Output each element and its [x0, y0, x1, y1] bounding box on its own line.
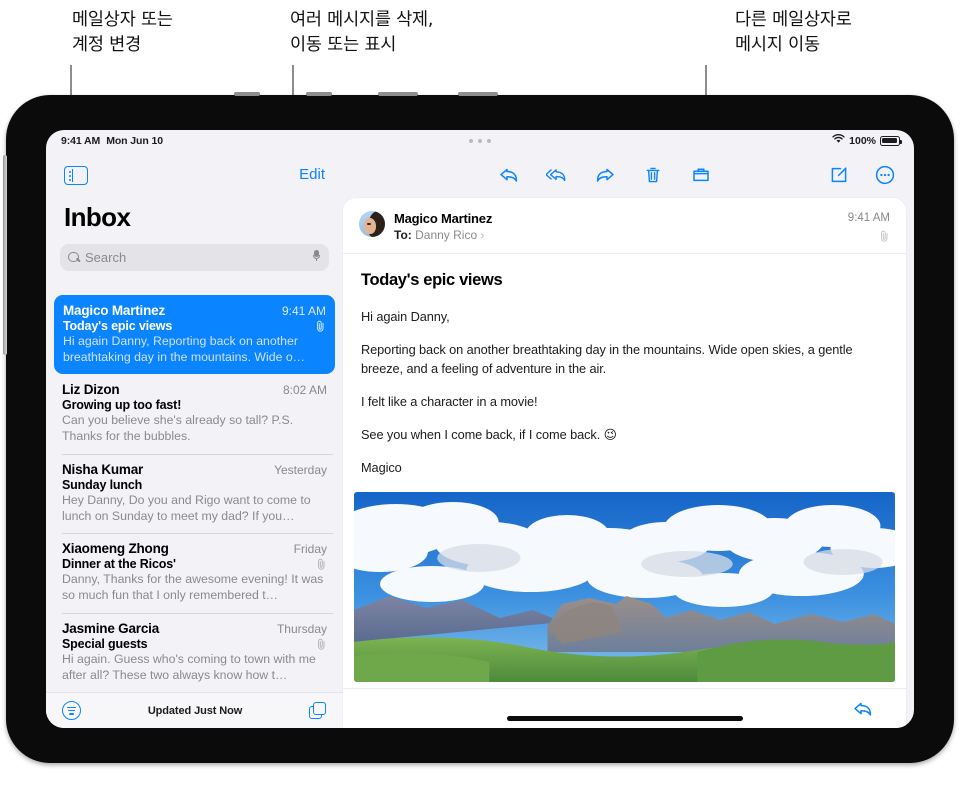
message-preview: Hi again. Guess who's coming to town wit… — [62, 651, 316, 682]
message-subject: Sunday lunch — [62, 477, 143, 492]
message-sender: Nisha Kumar — [62, 461, 144, 477]
list-item[interactable]: Jasmine Garcia Thursday Special guests H… — [46, 612, 343, 692]
detail-toolbar-right — [828, 164, 896, 186]
message-date: Yesterday — [274, 462, 327, 477]
message-time: 9:41 AM — [847, 212, 890, 224]
message-paragraph: Magico — [361, 459, 402, 475]
move-to-folder-icon[interactable] — [690, 164, 712, 186]
screenshot-root: 메일상자 또는 계정 변경 여러 메시지를 삭제, 이동 또는 표시 다른 메일… — [0, 0, 960, 785]
wifi-icon — [832, 134, 845, 147]
message-header-text: Magico Martinez To: Danny Rico › — [394, 211, 848, 242]
mountain-landscape-photo[interactable] — [354, 491, 895, 682]
message-date: 8:02 AM — [282, 383, 327, 398]
status-bar-right: 100% — [832, 134, 903, 147]
reply-all-icon[interactable] — [546, 164, 568, 186]
ipad-device-frame: 9:41 AM Mon Jun 10 100% Edit Inbox Searc… — [3, 92, 954, 763]
message-paragraph: Reporting back on another breathtaking d… — [361, 341, 853, 376]
list-item[interactable]: Magico Martinez 9:41 AM Today's epic vie… — [54, 295, 335, 375]
message-subject: Dinner at the Ricos' — [62, 557, 176, 572]
message-subject: Special guests — [62, 636, 148, 651]
mail-message-list[interactable]: Magico Martinez 9:41 AM Today's epic vie… — [46, 295, 343, 692]
status-bar: 9:41 AM Mon Jun 10 100% — [46, 130, 914, 154]
to-label: To: — [394, 228, 412, 242]
message-preview: Danny, Thanks for the awesome evening! I… — [62, 572, 324, 603]
edit-button[interactable]: Edit — [299, 166, 325, 183]
compose-icon[interactable] — [828, 164, 850, 186]
ipad-screen: 9:41 AM Mon Jun 10 100% Edit Inbox Searc… — [46, 130, 914, 728]
recipient-name: Danny Rico — [415, 228, 478, 242]
message-subject-heading: Today's epic views — [361, 271, 503, 289]
paperclip-icon — [316, 558, 327, 571]
callout-mailbox-account: 메일상자 또는 계정 변경 — [72, 10, 173, 56]
search-input[interactable]: Search — [60, 244, 329, 271]
trash-icon[interactable] — [642, 164, 664, 186]
sidebar-footer: Updated Just Now — [46, 692, 343, 728]
sidebar-toggle-icon[interactable] — [64, 166, 88, 185]
message-sender: Liz Dizon — [62, 382, 120, 398]
device-button-nub — [234, 92, 260, 96]
detail-toolbar-actions — [498, 164, 712, 186]
status-bar-left: 9:41 AM Mon Jun 10 — [61, 135, 163, 147]
message-preview: Hey Danny, Do you and Rigo want to come … — [62, 492, 311, 523]
search-placeholder: Search — [85, 250, 127, 265]
detail-toolbar — [343, 154, 914, 198]
filter-icon[interactable] — [62, 701, 81, 720]
message-paragraph: I felt like a character in a movie! — [361, 393, 538, 409]
avatar — [359, 211, 385, 237]
device-button-nub — [306, 92, 332, 96]
status-time: 9:41 AM — [61, 135, 101, 147]
message-recipient-row[interactable]: To: Danny Rico › — [394, 228, 848, 242]
message-sender: Magico Martinez — [63, 303, 166, 318]
message-date: Friday — [293, 542, 327, 557]
page-title: Inbox — [64, 202, 131, 232]
more-options-icon[interactable] — [874, 164, 896, 186]
paperclip-icon — [316, 638, 327, 650]
device-button-nub — [458, 92, 498, 96]
list-item[interactable]: Nisha Kumar Yesterday Sunday lunch Hey D… — [46, 453, 343, 533]
multitasking-dots[interactable] — [469, 139, 491, 143]
message-body: Today's epic views Hi again Danny, Repor… — [343, 254, 906, 478]
battery-percent: 100% — [849, 134, 876, 147]
new-message-icon[interactable] — [308, 701, 327, 720]
reply-icon[interactable] — [852, 698, 874, 720]
device-button-nub — [378, 92, 418, 96]
paperclip-icon — [848, 230, 890, 242]
reply-icon[interactable] — [498, 164, 520, 186]
sidebar-header: Edit — [46, 154, 343, 206]
list-item[interactable]: Xiaomeng Zhong Friday Dinner at the Rico… — [46, 533, 343, 612]
callout-delete-move-flag: 여러 메시지를 삭제, 이동 또는 표시 — [290, 10, 434, 56]
forward-icon[interactable] — [594, 164, 616, 186]
callout-move-to-mailbox: 다른 메일상자로 메시지 이동 — [735, 10, 852, 56]
message-paragraph: Hi again Danny, — [361, 309, 450, 324]
message-subject: Growing up too fast! — [62, 398, 182, 413]
microphone-icon[interactable] — [313, 250, 320, 261]
battery-icon — [880, 135, 903, 146]
detail-footer — [343, 688, 906, 728]
message-header-meta: 9:41 AM — [848, 211, 890, 242]
message-sender: Jasmine Garcia — [62, 620, 160, 636]
message-header[interactable]: Magico Martinez To: Danny Rico › 9:41 AM — [343, 198, 906, 254]
mail-sidebar: Edit Inbox Search Magico Martinez 9:41 A… — [46, 154, 343, 728]
message-detail-pane: Magico Martinez To: Danny Rico › 9:41 AM — [343, 154, 914, 728]
message-date: Thursday — [276, 621, 327, 636]
message-sender-name: Magico Martinez — [394, 211, 493, 226]
status-date: Mon Jun 10 — [106, 135, 163, 147]
message-sender: Xiaomeng Zhong — [62, 541, 169, 557]
message-date: 9:41 AM — [281, 304, 326, 318]
message-subject: Today's epic views — [63, 319, 173, 333]
update-status-text: Updated Just Now — [147, 704, 243, 717]
chevron-right-icon: › — [480, 230, 485, 242]
message-card: Magico Martinez To: Danny Rico › 9:41 AM — [343, 198, 906, 728]
message-preview: Hi again Danny, Reporting back on anothe… — [63, 334, 305, 364]
home-indicator[interactable] — [506, 716, 743, 721]
list-item[interactable]: Liz Dizon 8:02 AM Growing up too fast! C… — [46, 374, 343, 453]
message-paragraph: See you when I come back, if I come back… — [361, 426, 617, 442]
paperclip-icon — [315, 320, 326, 332]
search-icon — [68, 251, 80, 264]
message-preview: Can you believe she's already so tall? P… — [62, 413, 294, 444]
